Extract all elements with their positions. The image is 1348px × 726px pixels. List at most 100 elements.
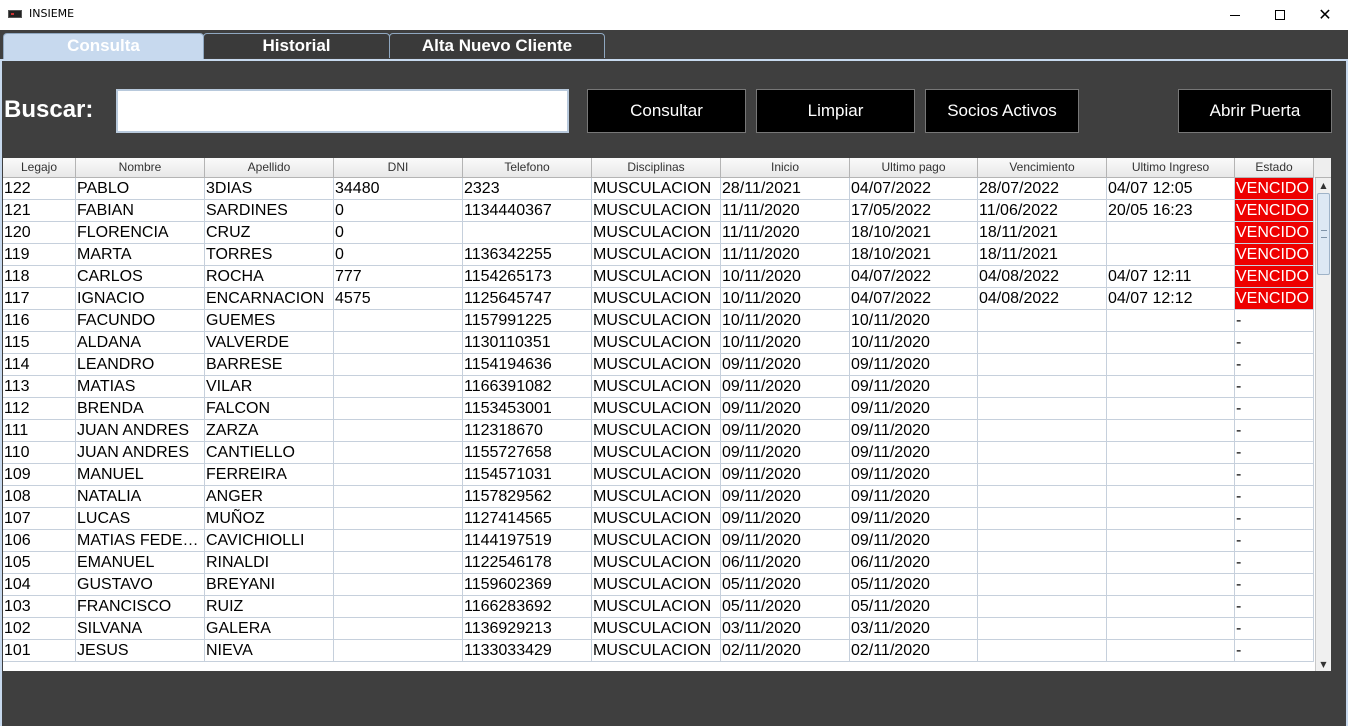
table-cell[interactable] <box>1107 420 1235 442</box>
table-cell[interactable] <box>978 376 1107 398</box>
table-cell[interactable]: 112 <box>3 398 76 420</box>
table-cell[interactable] <box>978 618 1107 640</box>
table-cell[interactable]: NIEVA <box>205 640 334 662</box>
table-cell[interactable]: 11/11/2020 <box>721 222 850 244</box>
table-cell[interactable] <box>334 574 463 596</box>
table-cell[interactable] <box>978 398 1107 420</box>
table-cell[interactable]: VILAR <box>205 376 334 398</box>
table-cell[interactable]: RUIZ <box>205 596 334 618</box>
table-cell[interactable] <box>1107 376 1235 398</box>
table-cell[interactable]: 101 <box>3 640 76 662</box>
table-cell[interactable]: MUSCULACION <box>592 618 721 640</box>
table-cell[interactable]: 105 <box>3 552 76 574</box>
table-row[interactable]: 116 FACUNDO GUEMES 1157991225 MUSCULACION 10/… <box>3 310 1315 332</box>
table-cell[interactable] <box>978 640 1107 662</box>
table-cell[interactable]: 102 <box>3 618 76 640</box>
table-cell[interactable]: 28/11/2021 <box>721 178 850 200</box>
table-row[interactable]: 111 JUAN ANDRES ZARZA 112318670 MUSCULACION 0… <box>3 420 1315 442</box>
table-cell[interactable]: 1134440367 <box>463 200 592 222</box>
table-row[interactable]: 112 BRENDA FALCON 1153453001 MUSCULACION 09/1… <box>3 398 1315 420</box>
table-cell[interactable]: - <box>1235 376 1314 398</box>
table-cell[interactable] <box>334 354 463 376</box>
table-cell[interactable]: - <box>1235 486 1314 508</box>
table-cell[interactable]: - <box>1235 508 1314 530</box>
table-row[interactable]: 104 GUSTAVO BREYANI 1159602369 MUSCULACION 05… <box>3 574 1315 596</box>
table-cell[interactable]: 17/05/2022 <box>850 200 978 222</box>
table-cell[interactable]: CRUZ <box>205 222 334 244</box>
table-cell[interactable]: 115 <box>3 332 76 354</box>
search-input[interactable] <box>116 89 569 133</box>
table-cell[interactable]: 109 <box>3 464 76 486</box>
table-row[interactable]: 109 MANUEL FERREIRA 1154571031 MUSCULACION 09… <box>3 464 1315 486</box>
table-cell[interactable]: 04/07 12:11 <box>1107 266 1235 288</box>
table-cell[interactable]: 09/11/2020 <box>721 508 850 530</box>
table-cell[interactable]: 34480 <box>334 178 463 200</box>
table-row[interactable]: 113 MATIAS VILAR 1166391082 MUSCULACION 09/11… <box>3 376 1315 398</box>
table-cell[interactable]: MUSCULACION <box>592 244 721 266</box>
table-cell[interactable] <box>1107 398 1235 420</box>
table-cell[interactable] <box>334 530 463 552</box>
table-cell[interactable]: NATALIA <box>76 486 205 508</box>
table-cell[interactable]: FACUNDO <box>76 310 205 332</box>
table-cell[interactable]: MUSCULACION <box>592 486 721 508</box>
table-cell[interactable]: 20/05 16:23 <box>1107 200 1235 222</box>
table-cell[interactable] <box>334 332 463 354</box>
table-cell[interactable]: - <box>1235 574 1314 596</box>
table-cell[interactable]: - <box>1235 640 1314 662</box>
table-cell[interactable]: 106 <box>3 530 76 552</box>
table-cell[interactable]: FRANCISCO <box>76 596 205 618</box>
column-header[interactable]: DNI <box>334 158 463 178</box>
table-cell[interactable]: 18/11/2021 <box>978 244 1107 266</box>
table-cell[interactable]: 1154194636 <box>463 354 592 376</box>
table-cell[interactable]: GUSTAVO <box>76 574 205 596</box>
table-cell[interactable] <box>978 420 1107 442</box>
table-cell[interactable]: ANGER <box>205 486 334 508</box>
table-cell[interactable]: 10/11/2020 <box>721 310 850 332</box>
table-cell[interactable]: 1153453001 <box>463 398 592 420</box>
table-cell[interactable] <box>1107 442 1235 464</box>
table-cell[interactable]: EMANUEL <box>76 552 205 574</box>
table-cell[interactable]: 18/10/2021 <box>850 244 978 266</box>
table-cell[interactable]: MUSCULACION <box>592 398 721 420</box>
limpiar-button[interactable]: Limpiar <box>756 89 915 133</box>
table-cell[interactable]: 09/11/2020 <box>721 376 850 398</box>
table-cell[interactable]: 104 <box>3 574 76 596</box>
table-cell[interactable]: 02/11/2020 <box>721 640 850 662</box>
table-cell[interactable]: - <box>1235 552 1314 574</box>
table-cell[interactable]: 112318670 <box>463 420 592 442</box>
table-cell[interactable]: MUSCULACION <box>592 442 721 464</box>
table-cell[interactable]: 3DIAS <box>205 178 334 200</box>
table-cell[interactable]: 04/07/2022 <box>850 266 978 288</box>
table-cell[interactable]: 05/11/2020 <box>721 596 850 618</box>
table-cell[interactable]: MUSCULACION <box>592 178 721 200</box>
table-cell[interactable] <box>1107 222 1235 244</box>
table-cell[interactable]: SARDINES <box>205 200 334 222</box>
table-cell[interactable]: 117 <box>3 288 76 310</box>
table-cell[interactable] <box>334 376 463 398</box>
table-cell[interactable]: FLORENCIA <box>76 222 205 244</box>
table-cell[interactable]: - <box>1235 420 1314 442</box>
table-cell[interactable]: - <box>1235 530 1314 552</box>
table-cell[interactable]: CAVICHIOLLI <box>205 530 334 552</box>
table-row[interactable]: 114 LEANDRO BARRESE 1154194636 MUSCULACION 09… <box>3 354 1315 376</box>
table-cell[interactable]: 120 <box>3 222 76 244</box>
table-cell[interactable]: 1159602369 <box>463 574 592 596</box>
table-cell[interactable]: 04/08/2022 <box>978 288 1107 310</box>
table-cell[interactable]: 121 <box>3 200 76 222</box>
table-cell[interactable] <box>334 640 463 662</box>
column-header[interactable]: Ultimo pago <box>850 158 978 178</box>
table-cell[interactable]: 0 <box>334 200 463 222</box>
column-header[interactable]: Ultimo Ingreso <box>1107 158 1235 178</box>
table-cell[interactable]: 11/11/2020 <box>721 244 850 266</box>
table-cell[interactable] <box>978 508 1107 530</box>
table-cell[interactable]: 04/07 12:05 <box>1107 178 1235 200</box>
table-cell[interactable]: BREYANI <box>205 574 334 596</box>
table-cell[interactable]: - <box>1235 332 1314 354</box>
table-cell[interactable] <box>978 354 1107 376</box>
table-row[interactable]: 103 FRANCISCO RUIZ 1166283692 MUSCULACION 05/… <box>3 596 1315 618</box>
table-cell[interactable] <box>978 486 1107 508</box>
scroll-up-icon[interactable]: ▲ <box>1316 178 1331 192</box>
table-row[interactable]: 105 EMANUEL RINALDI 1122546178 MUSCULACION 06… <box>3 552 1315 574</box>
table-cell[interactable]: - <box>1235 354 1314 376</box>
table-cell[interactable]: MUSCULACION <box>592 266 721 288</box>
